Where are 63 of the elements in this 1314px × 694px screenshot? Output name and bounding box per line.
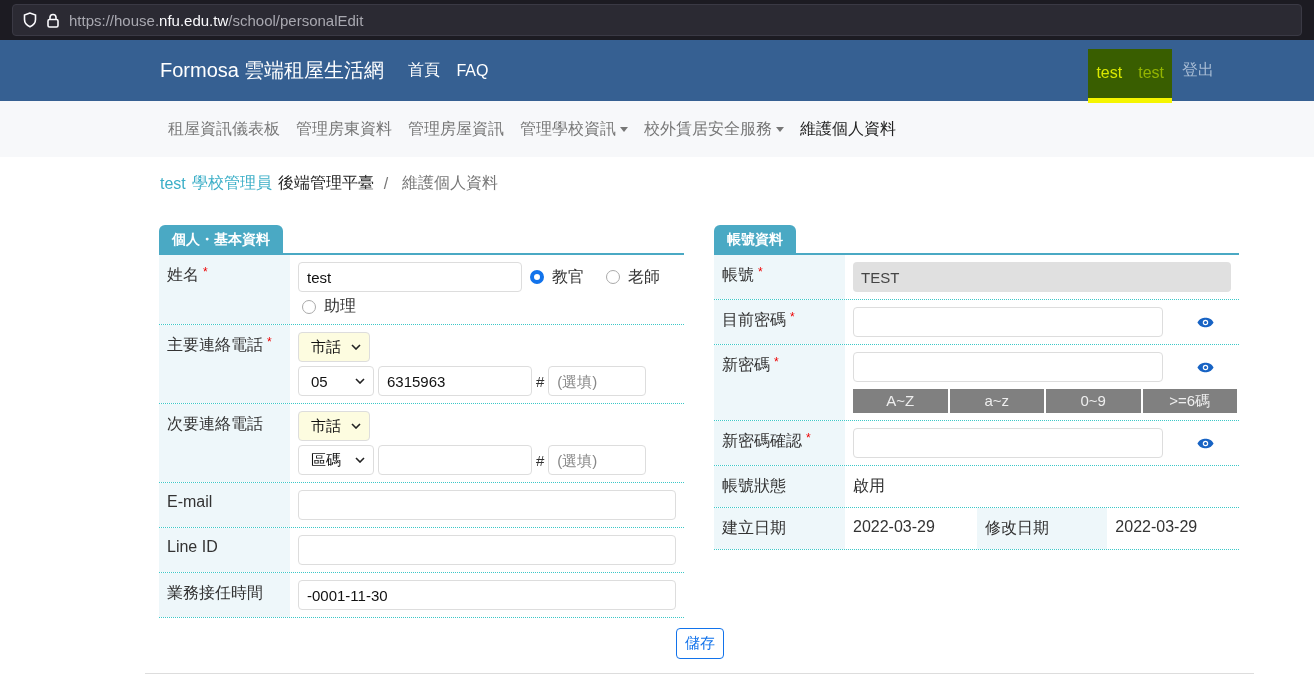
nav-link[interactable]: 首頁 [408,60,441,81]
eye-icon[interactable] [1197,361,1214,373]
date-text: 2022-03-29 [852,517,936,537]
field-label: 新密碼 * [714,345,845,420]
extension-field[interactable]: (選填) [548,445,647,475]
eye-icon[interactable] [1197,437,1214,449]
field-label: 帳號狀態 [714,466,845,507]
role-radio[interactable]: 助理 [302,296,356,317]
password-field[interactable] [853,352,1163,382]
url-text: https://house.nfu.edu.tw/school/personalEdit [69,11,364,29]
menu-item[interactable]: 維護個人資料 [800,118,896,140]
caret-icon [355,457,365,463]
field-label: 修改日期 [976,508,1108,549]
caret-icon [351,423,361,429]
phone-number-field[interactable] [378,445,532,475]
address-bar[interactable]: https://house.nfu.edu.tw/school/personalEdit [12,4,1302,36]
password-field[interactable] [853,307,1163,337]
menu-item[interactable]: 校外賃居安全服務 [644,118,784,140]
lock-icon [47,12,59,28]
field-label: 建立日期 [714,508,845,549]
hash-sign: # [536,372,545,390]
logout-link[interactable]: 登出 [1182,60,1214,81]
menu-item[interactable]: 管理學校資訊 [520,118,628,140]
extension-field[interactable]: (選填) [548,366,647,396]
text-field[interactable]: -0001-11-30 [298,580,676,610]
phone-number-field[interactable]: 6315963 [378,366,532,396]
save-button[interactable]: 儲存 [676,628,724,659]
role-radio[interactable]: 老師 [606,266,660,288]
field-label: 主要連絡電話 * [159,325,290,403]
hash-sign: # [536,451,545,469]
field-label: 姓名 * [159,255,290,324]
account-field: TEST [853,262,1231,292]
eye-icon[interactable] [1197,316,1214,328]
date-text: 2022-03-29 [1114,517,1199,537]
user-link[interactable]: test [1096,64,1123,82]
name-field[interactable]: test [298,262,522,292]
role-radio[interactable]: 教官 [530,266,584,288]
menu-item[interactable]: 管理房屋資訊 [408,118,504,140]
caret-icon [355,378,365,384]
field-label: E-mail [159,483,290,527]
field-label: 次要連絡電話 [159,404,290,482]
area-code-select[interactable]: 區碼 [298,445,374,475]
breadcrumb-separator: / [383,174,389,193]
nav-link[interactable]: FAQ [456,61,489,80]
text-field[interactable] [298,490,676,520]
site-brand[interactable]: Formosa 雲端租屋生活網 [160,57,385,84]
field-label: 帳號 * [714,255,845,299]
caret-icon [351,344,361,350]
field-label: 業務接任時間 [159,573,290,617]
phone-type-select[interactable]: 市話 [298,332,370,362]
menu-item[interactable]: 管理房東資料 [296,118,392,140]
status-text: 啟用 [852,476,886,496]
breadcrumb-item[interactable]: 後端管理平臺 [277,173,374,194]
area-code-select[interactable]: 05 [298,366,374,396]
field-label: 新密碼確認 * [714,421,845,465]
field-label: Line ID [159,528,290,572]
password-field[interactable] [853,428,1163,458]
menu-item[interactable]: 租屋資訊儀表板 [168,118,280,140]
text-field[interactable] [298,535,676,565]
breadcrumb-current: 維護個人資料 [402,173,499,193]
shield-icon [23,12,37,28]
field-label: 目前密碼 * [714,300,845,344]
phone-type-select[interactable]: 市話 [298,411,370,441]
